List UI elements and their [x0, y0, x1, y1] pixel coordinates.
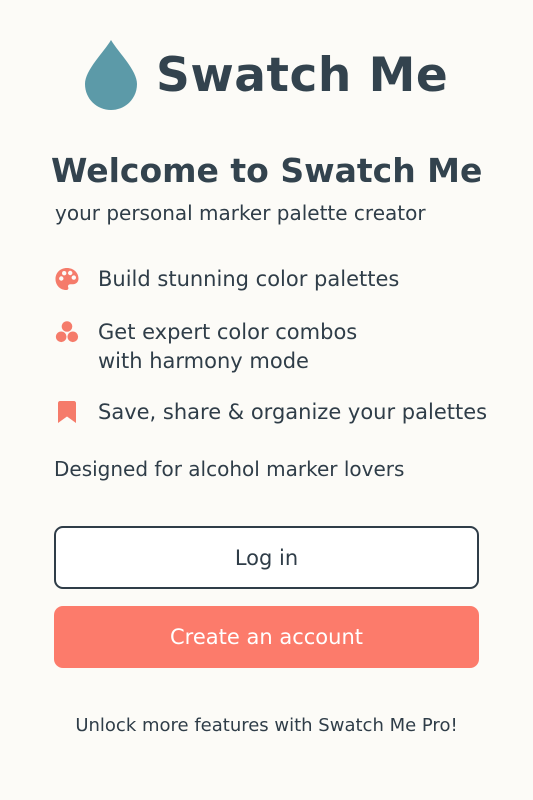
- feature-item-harmony: Get expert color combos with harmony mod…: [54, 318, 357, 376]
- feature-text: Save, share & organize your palettes: [98, 400, 488, 424]
- pro-upgrade-link[interactable]: Unlock more features with Swatch Me Pro!: [0, 713, 533, 739]
- feature-text: Get expert color combos with harmony mod…: [98, 320, 358, 373]
- color-harmony-icon: [55, 321, 79, 343]
- app-logo: Swatch Me: [82, 38, 448, 112]
- welcome-screen: Swatch Me Welcome to Swatch Me your pers…: [0, 0, 533, 800]
- welcome-subtitle: your personal marker palette creator: [55, 201, 426, 225]
- create-account-button[interactable]: Create an account: [54, 606, 479, 668]
- feature-text: Build stunning color palettes: [98, 267, 400, 291]
- login-button[interactable]: Log in: [54, 526, 479, 589]
- bookmark-icon: [58, 401, 76, 423]
- app-name: Swatch Me: [156, 47, 449, 103]
- feature-item-save: Save, share & organize your palettes: [54, 398, 487, 427]
- feature-item-palettes: Build stunning color palettes: [54, 265, 399, 294]
- welcome-title: Welcome to Swatch Me: [51, 151, 483, 190]
- palette-icon: [55, 268, 79, 290]
- tagline: Designed for alcohol marker lovers: [54, 457, 405, 481]
- drop-icon: [85, 40, 137, 110]
